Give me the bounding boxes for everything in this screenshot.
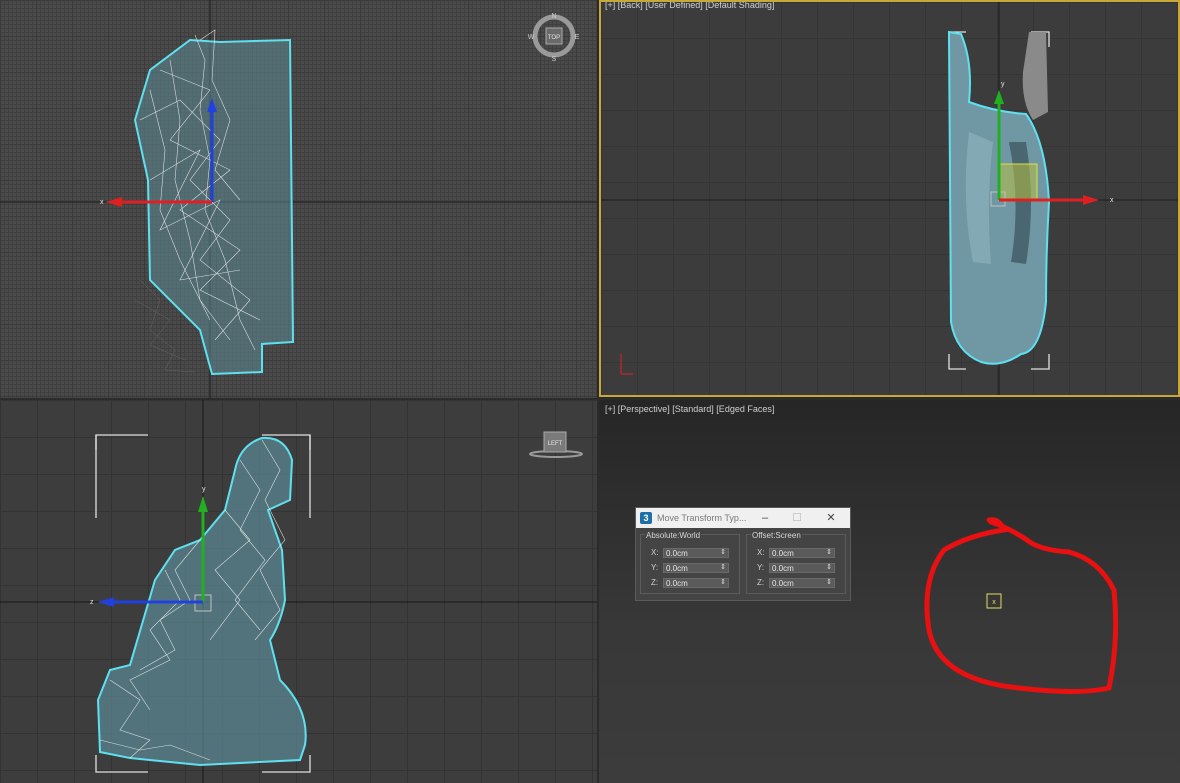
viewcube-face-label: TOP	[548, 35, 560, 41]
spinner-arrows-icon[interactable]: ⇕	[720, 563, 726, 573]
viewcube-left-icon: LEFT	[529, 431, 583, 458]
viewcube-face-label: LEFT	[548, 441, 563, 447]
x-axis-label: x	[1110, 197, 1114, 204]
spinner-arrows-icon[interactable]: ⇕	[826, 578, 832, 588]
y-label: Y:	[651, 563, 659, 572]
move-transform-dialog[interactable]: 3 Move Transform Typ... – ☐ ✕ Absolute:W…	[635, 507, 851, 601]
viewport-bottom-left[interactable]: y z LEFT	[0, 400, 597, 783]
app-icon: 3	[640, 512, 652, 524]
absolute-y-spinner[interactable]: 0.0cm ⇕	[663, 562, 729, 573]
y-axis-label: y	[1001, 81, 1005, 88]
x-axis-label: x	[100, 199, 104, 206]
spinner-arrows-icon[interactable]: ⇕	[826, 563, 832, 573]
z-axis-label: z	[90, 599, 94, 606]
absolute-y-value[interactable]: 0.0cm	[666, 564, 688, 573]
x-label: X:	[757, 548, 765, 557]
viewcube-icon[interactable]: LEFT	[528, 430, 584, 460]
close-button[interactable]: ✕	[822, 511, 840, 525]
wireframe-figure-kneeling: y z	[0, 400, 597, 783]
y-axis-label: y	[202, 486, 206, 493]
minimize-button[interactable]: –	[756, 511, 774, 525]
maximize-button[interactable]: ☐	[788, 511, 806, 525]
absolute-z-value[interactable]: 0.0cm	[666, 579, 688, 588]
viewport-top-left[interactable]: x N S E W TOP	[0, 0, 597, 398]
offset-screen-group: Offset:Screen X: 0.0cm ⇕ Y: 0.0cm ⇕ Z: 0.0…	[746, 531, 846, 594]
compass-icon: N S E W TOP	[528, 13, 580, 62]
spinner-arrows-icon[interactable]: ⇕	[720, 548, 726, 558]
viewcube-icon[interactable]: N S E W TOP	[528, 10, 580, 62]
compass-s: S	[552, 56, 557, 62]
viewport-top-right[interactable]: [+] [Back] [User Defined] [Default Shadi…	[599, 0, 1180, 397]
spinner-arrows-icon[interactable]: ⇕	[720, 578, 726, 588]
offset-y-value[interactable]: 0.0cm	[772, 564, 794, 573]
compass-w: W	[528, 34, 535, 41]
dialog-titlebar[interactable]: 3 Move Transform Typ... – ☐ ✕	[636, 508, 850, 528]
absolute-x-value[interactable]: 0.0cm	[666, 549, 688, 558]
pivot-axis-label: x	[992, 599, 996, 606]
x-label: X:	[651, 548, 659, 557]
absolute-world-group: Absolute:World X: 0.0cm ⇕ Y: 0.0cm ⇕ Z: 0.…	[640, 531, 740, 594]
offset-z-value[interactable]: 0.0cm	[772, 579, 794, 588]
shaded-figure-back: y x	[601, 2, 1178, 395]
z-label: Z:	[651, 578, 659, 587]
absolute-x-spinner[interactable]: 0.0cm ⇕	[663, 547, 729, 558]
wireframe-figure-side: x	[0, 0, 597, 398]
compass-n: N	[551, 13, 556, 20]
z-label: Z:	[757, 578, 765, 587]
compass-e: E	[575, 34, 580, 41]
spinner-arrows-icon[interactable]: ⇕	[826, 548, 832, 558]
offset-x-value[interactable]: 0.0cm	[772, 549, 794, 558]
y-label: Y:	[757, 563, 765, 572]
offset-z-spinner[interactable]: 0.0cm ⇕	[769, 577, 835, 588]
dialog-title: Move Transform Typ...	[657, 513, 747, 523]
group-title: Absolute:World	[645, 531, 702, 540]
group-title: Offset:Screen	[751, 531, 802, 540]
offset-y-spinner[interactable]: 0.0cm ⇕	[769, 562, 835, 573]
absolute-z-spinner[interactable]: 0.0cm ⇕	[663, 577, 729, 588]
offset-x-spinner[interactable]: 0.0cm ⇕	[769, 547, 835, 558]
red-circle-annotation	[924, 517, 1119, 694]
